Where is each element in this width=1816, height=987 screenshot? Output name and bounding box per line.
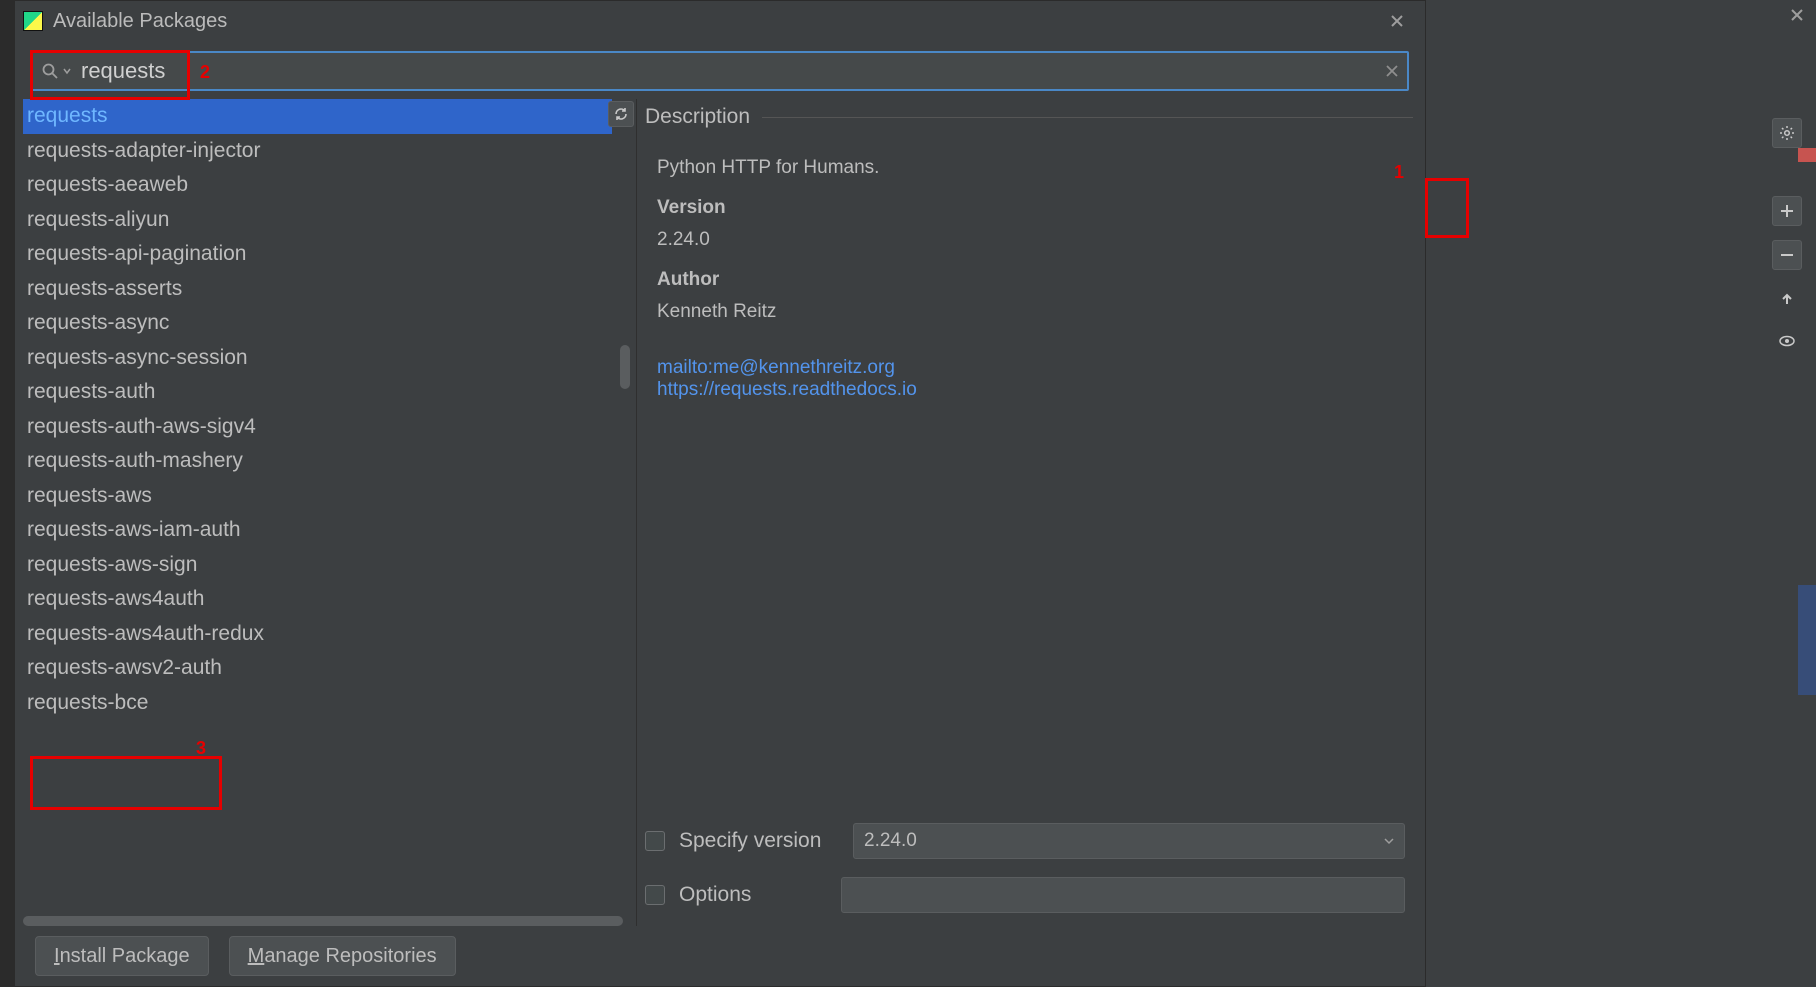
package-list-item[interactable]: requests xyxy=(23,99,612,134)
upgrade-up-icon[interactable] xyxy=(1772,284,1802,314)
description-summary: Python HTTP for Humans. xyxy=(657,157,1393,179)
add-package-plus-button[interactable] xyxy=(1772,196,1802,226)
available-packages-dialog: Available Packages requestsrequests-adap… xyxy=(14,0,1426,987)
version-combobox[interactable]: 2.24.0 xyxy=(853,823,1405,859)
search-input[interactable] xyxy=(81,58,1385,84)
horizontal-scrollbar[interactable] xyxy=(23,916,628,926)
dialog-titlebar: Available Packages xyxy=(15,1,1425,41)
package-list-item[interactable]: requests-aws xyxy=(23,479,612,514)
show-early-releases-eye-icon[interactable] xyxy=(1772,326,1802,356)
search-row xyxy=(15,41,1425,99)
homepage-link[interactable]: https://requests.readthedocs.io xyxy=(657,379,917,400)
package-list-item[interactable]: requests-async xyxy=(23,306,612,341)
version-value: 2.24.0 xyxy=(657,229,1393,251)
version-label: Version xyxy=(657,197,1393,219)
package-list-item[interactable]: requests-auth-mashery xyxy=(23,444,612,479)
package-list-item[interactable]: requests-api-pagination xyxy=(23,237,612,272)
package-list-item[interactable]: requests-auth-aws-sigv4 xyxy=(23,410,612,445)
options-label: Options xyxy=(679,883,751,907)
specify-version-checkbox[interactable] xyxy=(645,831,665,851)
package-list-item[interactable]: requests-aws4auth-redux xyxy=(23,617,612,652)
pycharm-app-icon xyxy=(23,11,43,31)
settings-gear-button[interactable] xyxy=(1772,118,1802,148)
package-list-item[interactable]: requests-auth xyxy=(23,375,612,410)
description-header: Description xyxy=(637,99,1413,135)
package-list-item[interactable]: requests-adapter-injector xyxy=(23,134,612,169)
description-body: Python HTTP for Humans. Version 2.24.0 A… xyxy=(637,135,1413,810)
clear-search-icon[interactable] xyxy=(1385,64,1399,78)
description-header-label: Description xyxy=(645,105,750,129)
package-list-item[interactable]: requests-asserts xyxy=(23,272,612,307)
dialog-footer: Install Package Manage Repositories xyxy=(15,926,1425,986)
refresh-package-list-button[interactable] xyxy=(608,101,634,127)
package-list-item[interactable]: requests-aws-sign xyxy=(23,548,612,583)
package-details-pane: Description Python HTTP for Humans. Vers… xyxy=(637,99,1425,926)
package-list-item[interactable]: requests-aws-iam-auth xyxy=(23,513,612,548)
package-list-item[interactable]: requests-aws4auth xyxy=(23,582,612,617)
search-box[interactable] xyxy=(31,51,1409,91)
package-list-item[interactable]: requests-awsv2-auth xyxy=(23,651,612,686)
editor-error-marker xyxy=(1798,148,1816,162)
annotation-label-3: 3 xyxy=(196,738,206,759)
install-package-button[interactable]: Install Package xyxy=(35,936,209,976)
package-list-item[interactable]: requests-bce xyxy=(23,686,612,721)
parent-selection-strip xyxy=(1798,585,1816,695)
remove-package-minus-button[interactable] xyxy=(1772,240,1802,270)
parent-window-right-strip xyxy=(1426,0,1816,987)
package-list[interactable]: requestsrequests-adapter-injectorrequest… xyxy=(23,99,612,926)
dialog-title: Available Packages xyxy=(53,10,227,33)
specify-version-label: Specify version xyxy=(679,829,839,853)
chevron-down-icon xyxy=(1384,830,1394,852)
search-icon xyxy=(41,62,59,80)
package-list-item[interactable]: requests-aliyun xyxy=(23,203,612,238)
annotation-label-1: 1 xyxy=(1394,162,1404,183)
package-list-pane: requestsrequests-adapter-injectorrequest… xyxy=(15,99,637,926)
mailto-link[interactable]: mailto:me@kennethreitz.org xyxy=(657,357,895,378)
vertical-scrollbar-thumb[interactable] xyxy=(620,345,630,389)
options-checkbox[interactable] xyxy=(645,885,665,905)
package-list-item[interactable]: requests-aeaweb xyxy=(23,168,612,203)
options-text-field[interactable] xyxy=(841,877,1405,913)
dialog-close-icon[interactable] xyxy=(1377,1,1417,41)
version-combobox-value: 2.24.0 xyxy=(864,830,917,852)
manage-repositories-button[interactable]: Manage Repositories xyxy=(229,936,456,976)
search-history-chevron-icon[interactable] xyxy=(63,67,71,75)
author-label: Author xyxy=(657,269,1393,291)
annotation-label-2: 2 xyxy=(200,62,210,83)
author-value: Kenneth Reitz xyxy=(657,301,1393,323)
package-list-item[interactable]: requests-async-session xyxy=(23,341,612,376)
parent-close-icon[interactable] xyxy=(1790,8,1804,27)
